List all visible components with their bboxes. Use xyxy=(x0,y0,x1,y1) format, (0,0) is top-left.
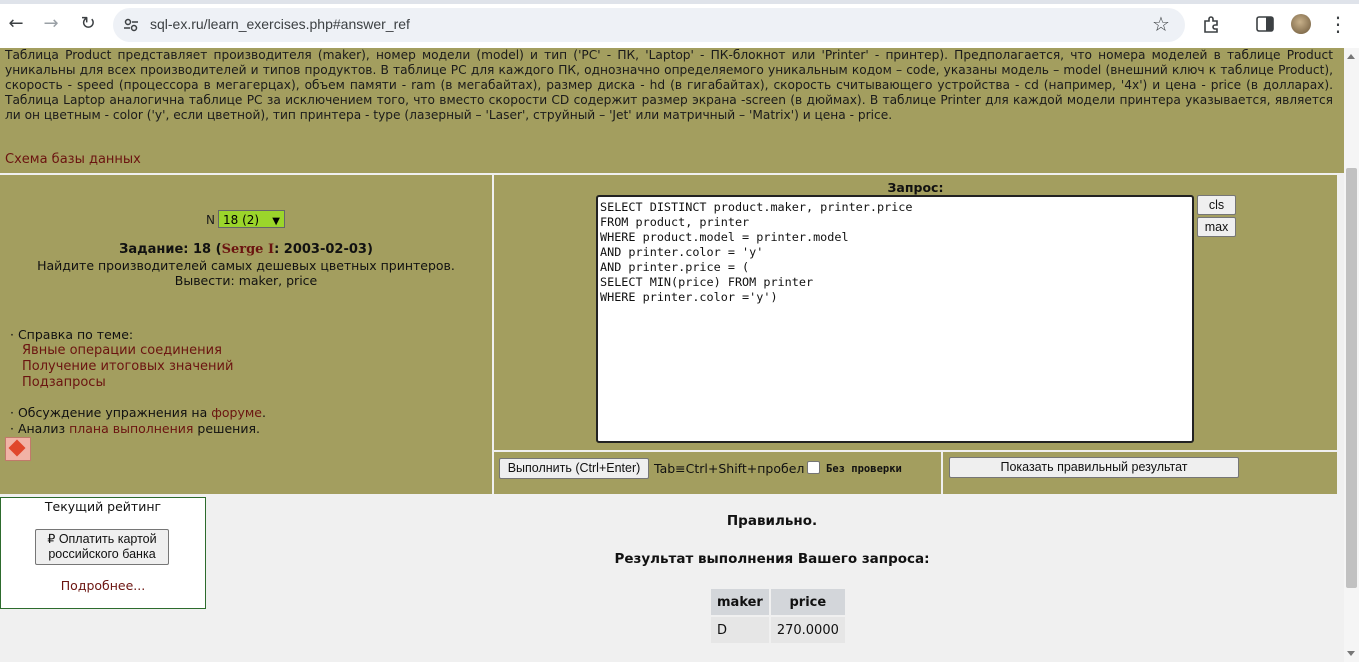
task-panel: N 18 (2) ▼ Задание: 18 (Serge I: 2003-02… xyxy=(0,175,492,494)
reload-icon[interactable]: ↻ xyxy=(76,12,100,36)
cell-price: 270.0000 xyxy=(770,617,845,643)
sql-query-editor[interactable]: SELECT DISTINCT product.maker, printer.p… xyxy=(596,195,1194,443)
tab-hint: Tab≡Ctrl+Shift+пробел xyxy=(654,461,805,476)
task-author-link[interactable]: Serge I xyxy=(222,242,274,257)
task-title-prefix: Задание: 18 ( xyxy=(119,242,222,257)
forum-prefix: · Обсуждение упражнения на xyxy=(10,405,212,420)
bookmark-star-icon[interactable]: ☆ xyxy=(1149,12,1173,36)
description-section: Таблица Product представляет производите… xyxy=(0,48,1344,173)
table-row: D 270.0000 xyxy=(711,617,845,643)
scroll-up-icon[interactable] xyxy=(1347,54,1355,59)
task-text: Найдите производителей самых дешевых цве… xyxy=(37,258,455,288)
warning-diamond-icon[interactable] xyxy=(5,437,31,461)
extensions-icon[interactable] xyxy=(1202,15,1220,33)
task-number-select[interactable]: 18 (2) ▼ xyxy=(218,210,285,228)
execute-button[interactable]: Выполнить (Ctrl+Enter) xyxy=(499,458,649,479)
forward-icon[interactable]: → xyxy=(39,12,63,36)
plan-suffix: решения. xyxy=(193,421,260,436)
result-status: Правильно. xyxy=(726,513,818,529)
result-title: Результат выполнения Вашего запроса: xyxy=(614,551,930,567)
chevron-down-icon: ▼ xyxy=(272,216,280,227)
cell-maker: D xyxy=(711,617,769,643)
site-info-icon[interactable] xyxy=(123,17,139,33)
result-header-row: maker price xyxy=(711,589,845,615)
browser-toolbar: ← → ↻ sql-ex.ru/learn_exercises.php#answ… xyxy=(0,0,1359,48)
url-text[interactable]: sql-ex.ru/learn_exercises.php#answer_ref xyxy=(150,16,410,32)
tab-strip-edge xyxy=(0,0,1359,4)
scroll-down-icon[interactable] xyxy=(1347,651,1355,656)
help-label: · Справка по теме: xyxy=(10,327,134,342)
schema-link[interactable]: Схема базы данных xyxy=(5,152,141,167)
no-check-checkbox[interactable] xyxy=(807,461,820,474)
browser-menu-icon[interactable]: ⋮ xyxy=(1326,12,1350,36)
help-link-joins[interactable]: Явные операции соединения xyxy=(10,343,233,359)
task-title-suffix: : 2003-02-03) xyxy=(274,242,373,257)
max-button[interactable]: max xyxy=(1197,217,1236,237)
query-label: Запрос: xyxy=(887,180,944,195)
help-section: · Справка по теме: Явные операции соедин… xyxy=(10,327,233,391)
execute-row: Выполнить (Ctrl+Enter) Tab≡Ctrl+Shift+пр… xyxy=(494,452,941,494)
diamond-shape xyxy=(8,439,26,457)
forum-link[interactable]: форуме xyxy=(211,405,262,420)
cls-button[interactable]: cls xyxy=(1197,195,1236,215)
scrollbar-thumb[interactable] xyxy=(1346,168,1357,588)
plan-prefix: · Анализ xyxy=(10,421,70,436)
forum-line: · Обсуждение упражнения на форуме. xyxy=(10,405,266,421)
result-table: maker price D 270.0000 xyxy=(709,587,847,645)
no-check-label: Без проверки xyxy=(826,463,902,475)
rating-box: Текущий рейтинг ₽ Оплатить картой россий… xyxy=(0,497,206,609)
rating-title: Текущий рейтинг xyxy=(44,499,162,514)
profile-avatar[interactable] xyxy=(1291,14,1311,34)
database-description: Таблица Product представляет производите… xyxy=(5,48,1333,122)
plan-line: · Анализ плана выполнения решения. xyxy=(10,421,260,437)
task-number-value: 18 (2) xyxy=(223,213,260,227)
page-scrollbar[interactable] xyxy=(1344,48,1359,662)
rating-more-link[interactable]: Подробнее... xyxy=(1,578,205,593)
column-header-maker: maker xyxy=(711,589,769,615)
show-result-row: Показать правильный результат xyxy=(943,452,1337,494)
forum-suffix: . xyxy=(262,405,266,420)
task-title: Задание: 18 (Serge I: 2003-02-03) xyxy=(0,242,492,257)
help-link-aggregates[interactable]: Получение итоговых значений xyxy=(10,359,233,375)
query-panel: Запрос: SELECT DISTINCT product.maker, p… xyxy=(494,175,1337,450)
task-number-label: N xyxy=(206,213,215,227)
pay-card-button[interactable]: ₽ Оплатить картой российского банка xyxy=(35,529,169,565)
show-correct-result-button[interactable]: Показать правильный результат xyxy=(949,457,1239,478)
plan-link[interactable]: плана выполнения xyxy=(69,421,193,436)
back-icon[interactable]: ← xyxy=(4,12,28,36)
help-link-subqueries[interactable]: Подзапросы xyxy=(10,375,233,391)
column-header-price: price xyxy=(770,589,845,615)
side-panel-icon[interactable] xyxy=(1256,16,1274,32)
